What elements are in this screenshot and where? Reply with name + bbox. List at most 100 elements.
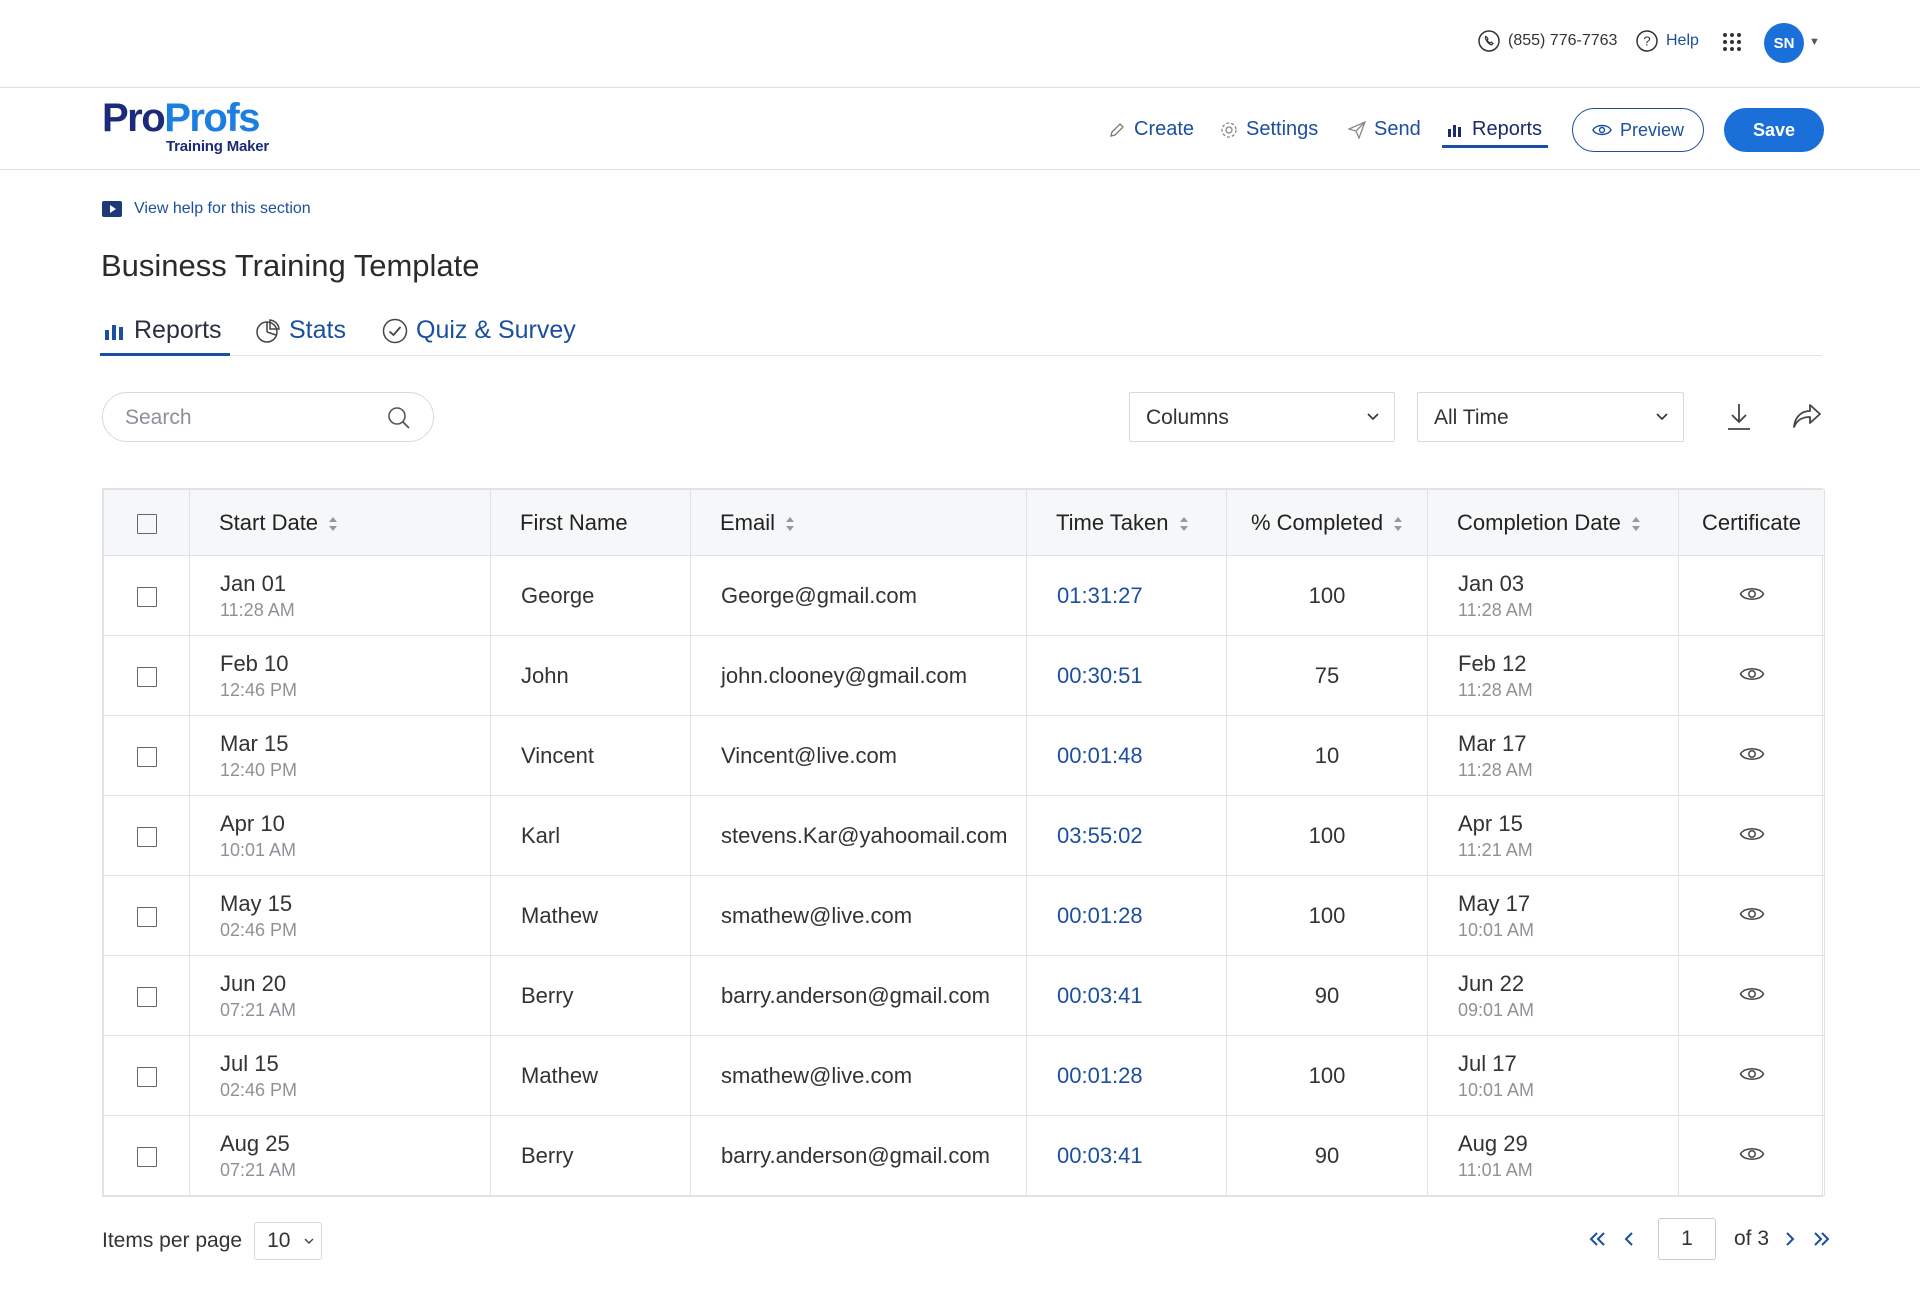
eye-icon[interactable] <box>1739 905 1765 923</box>
eye-icon[interactable] <box>1739 1145 1765 1163</box>
gear-icon <box>1220 121 1238 139</box>
completion-time: 10:01 AM <box>1458 919 1535 940</box>
view-help-link[interactable]: View help for this section <box>102 200 311 218</box>
row-checkbox[interactable] <box>136 746 157 767</box>
help-link[interactable]: ? Help <box>1636 30 1699 52</box>
sort-icon[interactable] <box>1393 516 1403 532</box>
header-time-taken[interactable]: Time Taken <box>1026 489 1227 556</box>
completion-time: 10:01 AM <box>1458 1079 1535 1100</box>
page-number-input[interactable]: 1 <box>1658 1218 1716 1260</box>
table-row[interactable]: Aug 25 07:21 AM Berry barry.anderson@gmail.… <box>103 1115 1825 1196</box>
completed-cell: 90 <box>1226 955 1428 1036</box>
header-start-date[interactable]: Start Date <box>189 489 491 556</box>
table-row[interactable]: May 15 02:46 PM Mathew smathew@live.com 00:0… <box>103 875 1825 956</box>
last-page-icon[interactable] <box>1811 1228 1833 1250</box>
search-input[interactable]: Search <box>102 392 434 442</box>
start-date-cell: Feb 10 12:46 PM <box>189 635 491 716</box>
time-taken-cell[interactable]: 00:03:41 <box>1026 955 1227 1036</box>
time-range-select[interactable]: All Time <box>1417 392 1684 442</box>
proprofs-logo[interactable]: ProProfs Training Maker <box>102 96 269 155</box>
apps-grid-icon[interactable] <box>1722 32 1742 57</box>
share-icon[interactable] <box>1792 402 1822 435</box>
tab-stats[interactable]: Stats <box>255 316 346 345</box>
row-checkbox-cell[interactable] <box>103 555 190 636</box>
first-page-icon[interactable] <box>1586 1228 1608 1250</box>
row-checkbox[interactable] <box>136 586 157 607</box>
row-checkbox-cell[interactable] <box>103 715 190 796</box>
nav-send[interactable]: Send <box>1348 118 1421 141</box>
table-row[interactable]: Jun 20 07:21 AM Berry barry.anderson@gmail.… <box>103 955 1825 1036</box>
tab-reports[interactable]: Reports <box>104 316 222 345</box>
table-row[interactable]: Jan 01 11:28 AM George George@gmail.com 01:3… <box>103 555 1825 636</box>
time-taken-cell[interactable]: 03:55:02 <box>1026 795 1227 876</box>
table-row[interactable]: Feb 10 12:46 PM John john.clooney@gmail.com… <box>103 635 1825 716</box>
first-name-cell: Berry <box>490 955 691 1036</box>
start-date: Jul 15 <box>220 1050 279 1076</box>
certificate-cell <box>1678 715 1825 796</box>
sort-icon[interactable] <box>1631 516 1641 532</box>
page-title: Business Training Template <box>101 248 480 283</box>
completion-date-cell: Aug 29 11:01 AM <box>1427 1115 1679 1196</box>
phone-contact[interactable]: (855) 776-7763 <box>1478 30 1617 52</box>
row-checkbox[interactable] <box>136 906 157 927</box>
tab-quiz-survey-label: Quiz & Survey <box>416 316 576 344</box>
certificate-cell <box>1678 875 1825 956</box>
time-taken-cell[interactable]: 00:01:28 <box>1026 1035 1227 1116</box>
next-page-icon[interactable] <box>1779 1228 1801 1250</box>
tab-quiz-survey[interactable]: Quiz & Survey <box>382 316 576 345</box>
table-row[interactable]: Mar 15 12:40 PM Vincent Vincent@live.com 00:… <box>103 715 1825 796</box>
row-checkbox[interactable] <box>136 666 157 687</box>
search-icon[interactable] <box>387 406 411 430</box>
save-button[interactable]: Save <box>1724 108 1824 152</box>
avatar[interactable]: SN <box>1764 23 1804 63</box>
sort-icon[interactable] <box>1179 516 1189 532</box>
header-select-all[interactable] <box>103 489 190 556</box>
header-completion-date[interactable]: Completion Date <box>1427 489 1679 556</box>
certificate-cell <box>1678 795 1825 876</box>
row-checkbox-cell[interactable] <box>103 1115 190 1196</box>
prev-page-icon[interactable] <box>1618 1228 1640 1250</box>
download-icon[interactable] <box>1725 402 1753 437</box>
items-per-page-select[interactable]: 10 <box>254 1222 323 1260</box>
row-checkbox-cell[interactable] <box>103 1035 190 1116</box>
eye-icon[interactable] <box>1739 585 1765 603</box>
first-name-cell: John <box>490 635 691 716</box>
row-checkbox-cell[interactable] <box>103 955 190 1036</box>
completion-time: 11:28 AM <box>1458 759 1533 780</box>
completion-date-cell: Apr 15 11:21 AM <box>1427 795 1679 876</box>
sort-icon[interactable] <box>328 516 338 532</box>
row-checkbox[interactable] <box>136 826 157 847</box>
eye-icon[interactable] <box>1739 825 1765 843</box>
columns-select[interactable]: Columns <box>1129 392 1395 442</box>
time-taken-cell[interactable]: 00:03:41 <box>1026 1115 1227 1196</box>
row-checkbox[interactable] <box>136 1066 157 1087</box>
header-email[interactable]: Email <box>690 489 1027 556</box>
table-row[interactable]: Jul 15 02:46 PM Mathew smathew@live.com 00:0… <box>103 1035 1825 1116</box>
row-checkbox[interactable] <box>136 986 157 1007</box>
preview-button[interactable]: Preview <box>1572 108 1704 152</box>
eye-icon[interactable] <box>1739 985 1765 1003</box>
help-label: Help <box>1666 32 1699 49</box>
time-taken-cell[interactable]: 01:31:27 <box>1026 555 1227 636</box>
logo-pro: Pro <box>102 96 166 140</box>
eye-icon[interactable] <box>1739 665 1765 683</box>
eye-icon[interactable] <box>1739 745 1765 763</box>
completed-cell: 100 <box>1226 875 1428 956</box>
row-checkbox-cell[interactable] <box>103 635 190 716</box>
table-row[interactable]: Apr 10 10:01 AM Karl stevens.Kar@yahoomail.… <box>103 795 1825 876</box>
bar-chart-icon <box>105 324 123 340</box>
nav-reports[interactable]: Reports <box>1446 118 1542 141</box>
time-taken-cell[interactable]: 00:01:48 <box>1026 715 1227 796</box>
select-all-checkbox[interactable] <box>136 513 157 534</box>
eye-icon[interactable] <box>1739 1065 1765 1083</box>
nav-settings[interactable]: Settings <box>1220 118 1318 141</box>
avatar-dropdown-caret-icon[interactable]: ▼ <box>1809 36 1820 48</box>
time-taken-cell[interactable]: 00:30:51 <box>1026 635 1227 716</box>
header-completed[interactable]: % Completed <box>1226 489 1428 556</box>
row-checkbox-cell[interactable] <box>103 795 190 876</box>
time-taken-cell[interactable]: 00:01:28 <box>1026 875 1227 956</box>
row-checkbox-cell[interactable] <box>103 875 190 956</box>
row-checkbox[interactable] <box>136 1146 157 1167</box>
nav-create[interactable]: Create <box>1108 118 1194 141</box>
sort-icon[interactable] <box>785 516 795 532</box>
